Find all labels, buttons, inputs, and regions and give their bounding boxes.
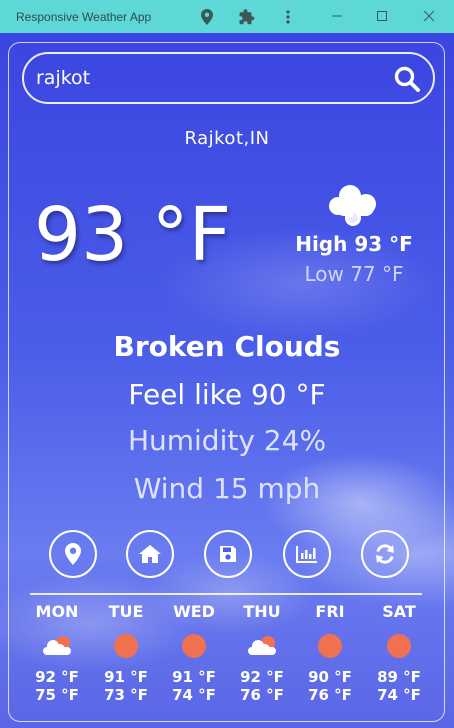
day-low: 73 °F [104,686,148,704]
forecast-day: TUE 91 °F 73 °F [93,602,159,704]
partly-cloudy-icon [248,636,276,655]
day-low: 75 °F [35,686,79,704]
wind-speed: Wind 15 mph [133,472,321,505]
sun-icon [114,634,138,658]
minimize-button[interactable] [322,5,352,27]
forecast-day: THU 92 °F 76 °F [229,602,295,704]
day-high: 92 °F [240,668,284,686]
search-input[interactable] [36,67,376,89]
save-icon [220,546,236,562]
day-high: 92 °F [35,668,79,686]
home-icon [139,545,161,563]
humidity: Humidity 24% [127,424,327,457]
location-pin-icon[interactable] [198,8,216,26]
chart-icon [296,546,317,563]
current-temperature: 93 °F [34,192,232,278]
forecast-day: WED 91 °F 74 °F [161,602,227,704]
search-bar [22,52,435,104]
more-vert-icon[interactable] [279,8,297,26]
title-bar: Responsive Weather App [0,0,454,33]
day-name: THU [243,602,281,621]
day-low: 76 °F [240,686,284,704]
city-name: Rajkot,IN [184,128,270,149]
extension-icon[interactable] [238,8,256,26]
forecast-divider [30,593,422,595]
day-name: TUE [108,602,144,621]
refresh-button[interactable] [361,530,409,578]
day-name: FRI [315,602,345,621]
home-button[interactable] [126,530,174,578]
day-high: 90 °F [308,668,352,686]
maximize-button[interactable] [367,5,397,27]
chart-button[interactable] [283,530,331,578]
window-title: Responsive Weather App [16,9,152,24]
high-temperature: High 93 °F [295,232,413,256]
close-button[interactable] [414,5,444,27]
day-high: 91 °F [104,668,148,686]
sun-icon [182,634,206,658]
forecast-day: MON 92 °F 75 °F [24,602,90,704]
sun-icon [318,634,342,658]
day-high: 89 °F [377,668,421,686]
weather-condition: Broken Clouds [113,330,341,363]
cloud-icon [329,185,376,226]
location-button[interactable] [49,530,97,578]
forecast-day: SAT 89 °F 74 °F [366,602,432,704]
day-low: 76 °F [308,686,352,704]
partly-cloudy-icon [43,636,71,655]
day-low: 74 °F [172,686,216,704]
forecast-day: FRI 90 °F 76 °F [297,602,363,704]
day-name: MON [35,602,79,621]
feels-like: Feel like 90 °F [128,378,326,411]
refresh-icon [376,544,394,564]
day-name: WED [173,602,215,621]
sun-icon [387,634,411,658]
day-high: 91 °F [172,668,216,686]
day-low: 74 °F [377,686,421,704]
save-button[interactable] [204,530,252,578]
search-icon[interactable] [393,65,421,93]
low-temperature: Low 77 °F [304,262,404,286]
day-name: SAT [382,602,416,621]
location-icon [65,543,81,565]
